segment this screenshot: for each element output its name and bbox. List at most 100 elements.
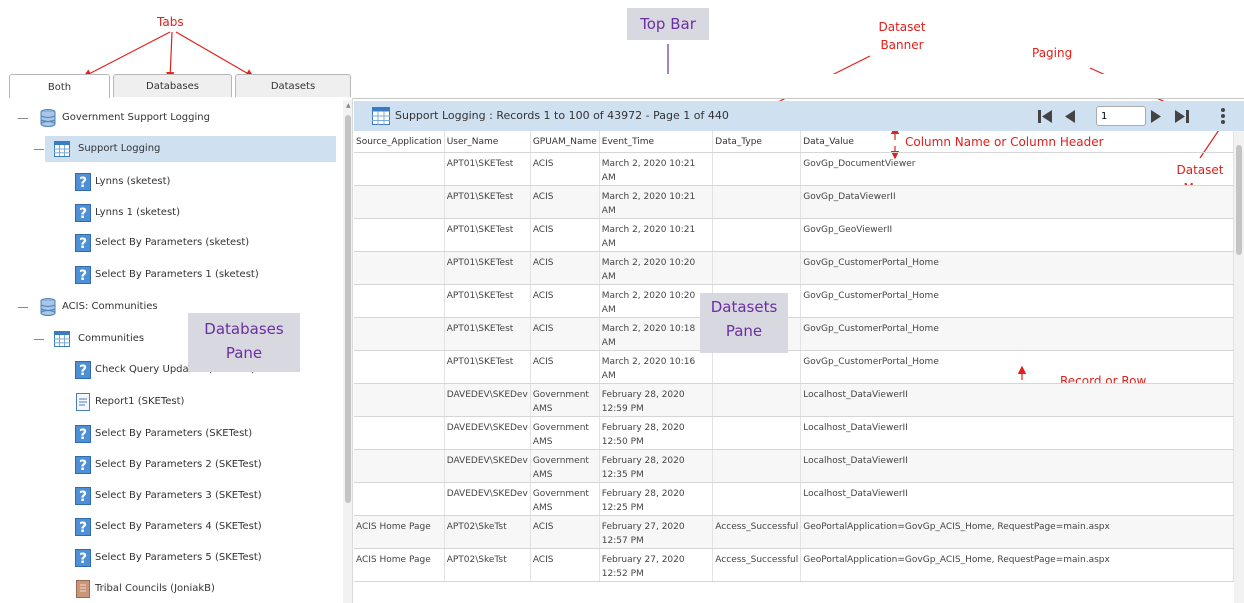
table-cell: February 27, 2020 12:52 PM: [599, 548, 714, 582]
dataset-menu-icon[interactable]: [1220, 107, 1226, 125]
table-cell: [354, 350, 445, 384]
table-row[interactable]: APT01\SKETest ACIS March 2, 2020 10:21 AM G…: [354, 185, 1234, 219]
tree-item[interactable]: ? Lynns 1 (sketest): [0, 200, 340, 226]
tree-item-label: Lynns 1 (sketest): [95, 207, 180, 218]
table-row[interactable]: DAVEDEV\SKEDev Government AMS February 28,…: [354, 449, 1234, 483]
report-icon: [76, 393, 90, 411]
table-cell: GovGp_GeoViewerII: [800, 218, 1234, 252]
table-row[interactable]: APT01\SKETest ACIS March 2, 2020 10:18 AM G…: [354, 317, 1234, 351]
column-header[interactable]: Source_Application: [354, 131, 445, 153]
tab-datasets[interactable]: Datasets: [235, 74, 351, 97]
grid-scrollbar-thumb[interactable]: [1236, 145, 1242, 255]
svg-text:?: ?: [79, 458, 87, 474]
tree-item[interactable]: Report1 (SKETest): [0, 389, 340, 415]
table-row[interactable]: APT01\SKETest ACIS March 2, 2020 10:21 AM G…: [354, 152, 1234, 186]
query-icon: ?: [75, 361, 91, 379]
table-cell: February 28, 2020 12:50 PM: [599, 416, 714, 450]
table-cell: Localhost_DataViewerII: [800, 416, 1234, 450]
table-cell: ACIS: [530, 548, 600, 582]
table-cell: [354, 284, 445, 318]
tree-item[interactable]: Tribal Councils (JoniakB): [0, 576, 340, 602]
column-header[interactable]: Data_Type: [712, 131, 802, 153]
table-row[interactable]: APT01\SKETest ACIS March 2, 2020 10:21 AM G…: [354, 218, 1234, 252]
table-cell: Government AMS: [530, 449, 600, 483]
table-cell: ACIS: [530, 284, 600, 318]
tree-item-label: Government Support Logging: [62, 112, 210, 123]
table-cell: [354, 416, 445, 450]
tree-item-label: Report1 (SKETest): [95, 396, 185, 407]
tree-item[interactable]: Support Logging: [34, 136, 336, 162]
table-row[interactable]: DAVEDEV\SKEDev Government AMS February 28,…: [354, 482, 1234, 516]
tab-databases[interactable]: Databases: [113, 74, 232, 97]
tree-item[interactable]: ? Select By Parameters 3 (SKETest): [0, 483, 340, 509]
table-cell: March 2, 2020 10:16 AM: [599, 350, 714, 384]
table-row[interactable]: APT01\SKETest ACIS March 2, 2020 10:20 AM G…: [354, 251, 1234, 285]
table-cell: ACIS Home Page: [354, 548, 445, 582]
column-header[interactable]: Event_Time: [599, 131, 714, 153]
collapse-icon[interactable]: [18, 118, 28, 119]
table-cell: ACIS Home Page: [354, 515, 445, 549]
column-header[interactable]: User_Name: [444, 131, 531, 153]
table-cell: GeoPortalApplication=GovGp_ACIS_Home, Re…: [800, 515, 1234, 549]
table-cell: DAVEDEV\SKEDev: [444, 482, 531, 516]
previous-page-icon[interactable]: [1064, 109, 1076, 124]
collapse-icon[interactable]: [34, 339, 44, 340]
collapse-icon[interactable]: [18, 307, 28, 308]
tree-scrollbar-thumb[interactable]: [345, 115, 351, 503]
table-cell: February 28, 2020 12:25 PM: [599, 482, 714, 516]
tree-item[interactable]: ? Select By Parameters 2 (SKETest): [0, 452, 340, 478]
table-cell: [712, 152, 802, 186]
column-header[interactable]: Data_Value: [800, 131, 1234, 153]
table-cell: March 2, 2020 10:21 AM: [599, 185, 714, 219]
table-cell: ACIS: [530, 350, 600, 384]
table-cell: Access_Successful: [712, 548, 802, 582]
table-row[interactable]: ACIS Home Page APT02\SkeTst ACIS February 2…: [354, 548, 1234, 582]
tree-item[interactable]: ? Select By Parameters (sketest): [0, 230, 340, 256]
table-cell: [712, 251, 802, 285]
next-page-icon[interactable]: [1150, 109, 1162, 124]
column-header[interactable]: GPUAM_Name: [530, 131, 600, 153]
table-cell: [712, 482, 802, 516]
table-cell: [712, 350, 802, 384]
table-cell: [712, 416, 802, 450]
table-row[interactable]: APT01\SKETest ACIS March 2, 2020 10:16 AM G…: [354, 350, 1234, 384]
svg-text:?: ?: [79, 363, 87, 379]
tree-item[interactable]: ? Select By Parameters 4 (SKETest): [0, 514, 340, 540]
tree-item-label: ACIS: Communities: [62, 301, 158, 312]
tree-item[interactable]: ? Lynns (sketest): [0, 169, 340, 195]
tree-item-label: Select By Parameters (sketest): [95, 237, 250, 248]
table-cell: ACIS: [530, 218, 600, 252]
table-cell: DAVEDEV\SKEDev: [444, 449, 531, 483]
tree-item[interactable]: ? Select By Parameters (SKETest): [0, 421, 340, 447]
svg-text:?: ?: [79, 236, 87, 252]
table-cell: Localhost_DataViewerII: [800, 383, 1234, 417]
table-row[interactable]: DAVEDEV\SKEDev Government AMS February 28,…: [354, 383, 1234, 417]
tree-item[interactable]: ? Select By Parameters 5 (SKETest): [0, 545, 340, 571]
query-icon: ?: [75, 518, 91, 536]
table-cell: [712, 449, 802, 483]
datasets-pane-annotation: Datasets Pane: [700, 293, 788, 353]
svg-text:?: ?: [79, 427, 87, 443]
collapse-icon[interactable]: [34, 149, 44, 150]
table-cell: GovGp_CustomerPortal_Home: [800, 317, 1234, 351]
table-cell: GeoPortalApplication=GovGp_ACIS_Home, Re…: [800, 548, 1234, 582]
page-number-input[interactable]: [1096, 106, 1146, 126]
table-cell: March 2, 2020 10:21 AM: [599, 218, 714, 252]
scroll-up-icon[interactable]: ▲: [346, 102, 351, 109]
table-row[interactable]: ACIS Home Page APT02\SkeTst ACIS February 2…: [354, 515, 1234, 549]
table-cell: March 2, 2020 10:21 AM: [599, 152, 714, 186]
table-row[interactable]: APT01\SKETest ACIS March 2, 2020 10:20 AM G…: [354, 284, 1234, 318]
table-cell: February 28, 2020 12:35 PM: [599, 449, 714, 483]
first-page-icon[interactable]: [1037, 109, 1053, 124]
table-cell: APT01\SKETest: [444, 218, 531, 252]
table-cell: APT01\SKETest: [444, 350, 531, 384]
table-cell: ACIS: [530, 185, 600, 219]
svg-text:?: ?: [79, 268, 87, 284]
table-cell: [712, 218, 802, 252]
table-row[interactable]: DAVEDEV\SKEDev Government AMS February 28,…: [354, 416, 1234, 450]
table-icon: [54, 141, 70, 157]
tab-both[interactable]: Both: [9, 74, 110, 99]
last-page-icon[interactable]: [1174, 109, 1190, 124]
tree-item[interactable]: Government Support Logging: [0, 105, 340, 131]
tree-item[interactable]: ? Select By Parameters 1 (sketest): [0, 262, 340, 288]
